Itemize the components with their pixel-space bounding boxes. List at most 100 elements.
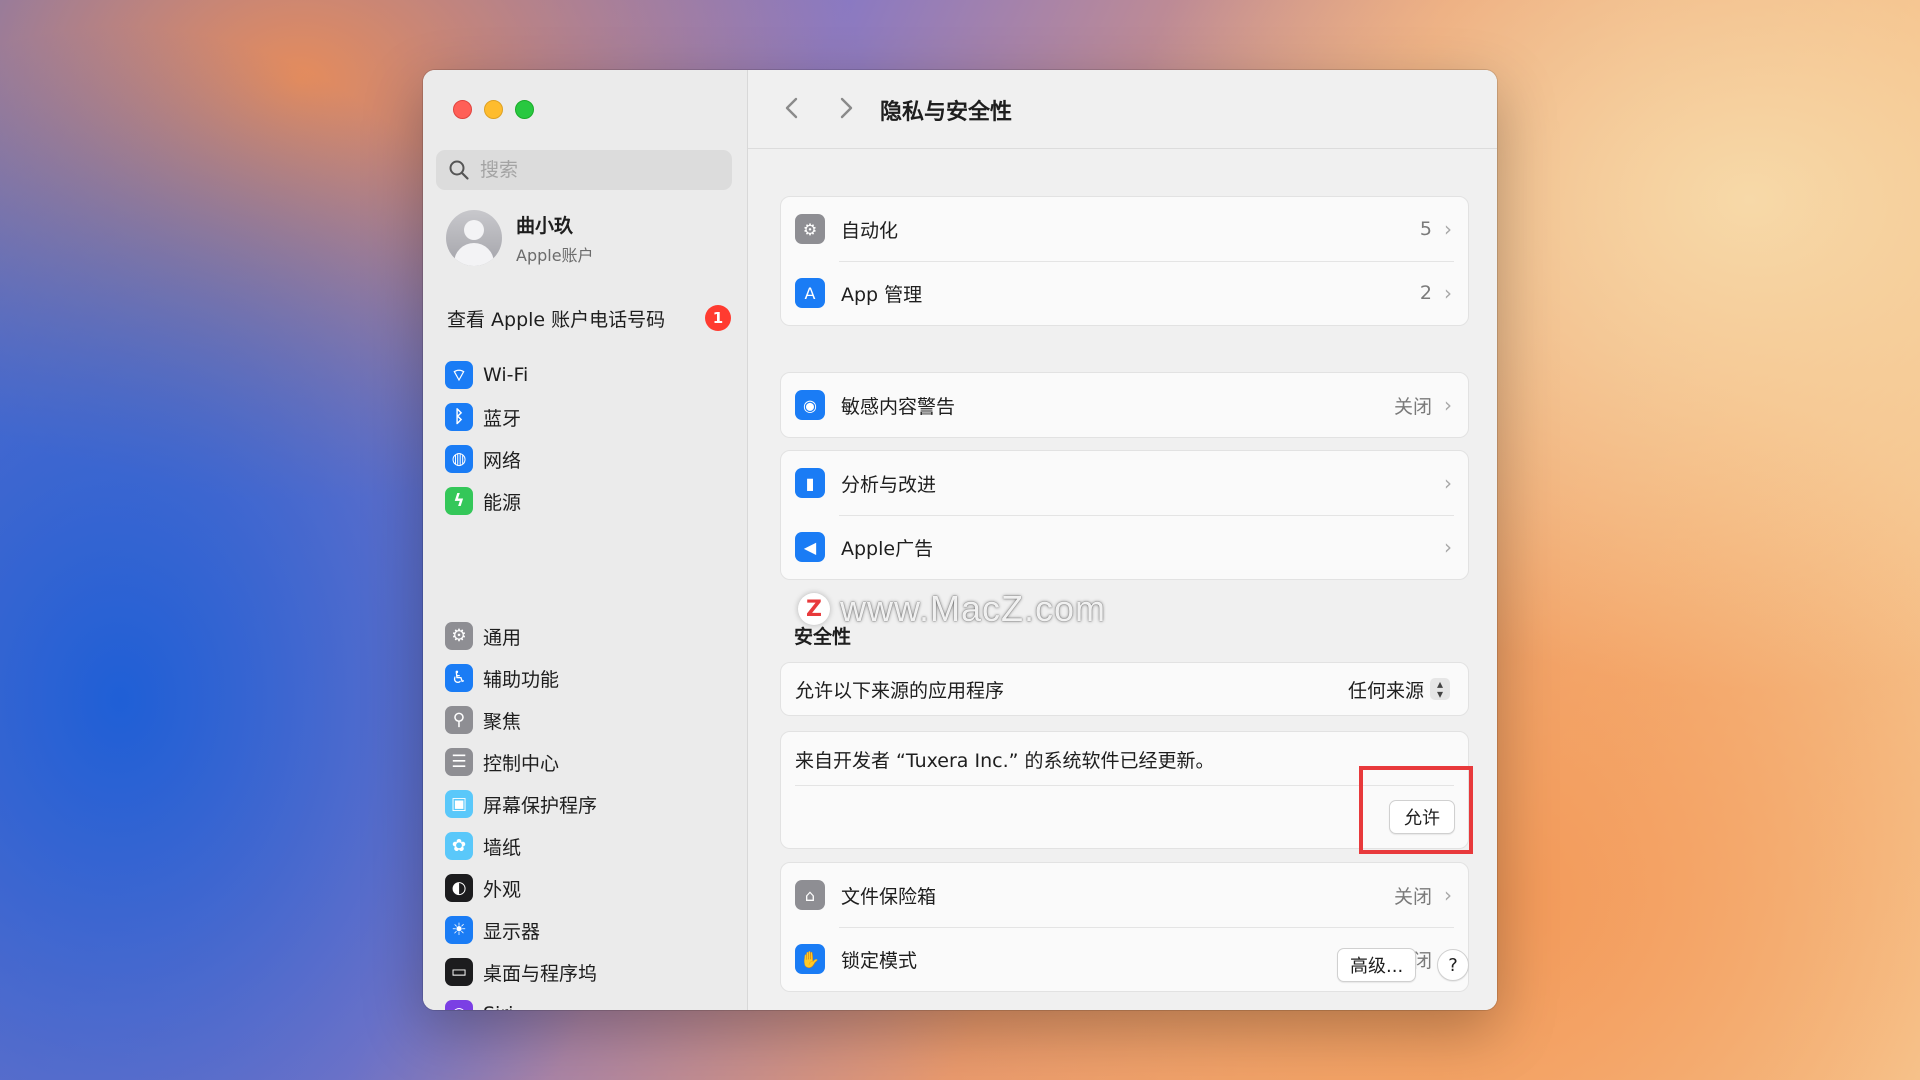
bar-chart-icon: ▮ [795,468,825,498]
gear-icon: ⚙ [445,622,473,650]
close-button[interactable] [453,100,472,119]
hand-icon: ✋ [795,944,825,974]
allow-apps-popup[interactable]: 任何来源 ▴ ▾ [1348,676,1450,703]
toolbar: 隐私与安全性 [748,70,1497,149]
accessibility-icon: ♿ [445,664,473,692]
settings-row-bar-chart[interactable]: ▮ 分析与改进 › [781,451,1468,515]
sidebar-item-label: 屏幕保护程序 [483,794,598,817]
settings-window: 曲小玖 Apple账户 查看 Apple 账户电话号码 1 ⌔ Wi-Fi ᛒ 蓝牙 ◍… [423,70,1497,1010]
sidebar-item-label: 通用 [483,626,522,649]
eye-icon: ◉ [795,390,825,420]
sidebar-item-label: 蓝牙 [483,407,522,430]
row-label: Apple广告 [841,537,934,560]
siri-icon: ◉ [445,1000,473,1010]
sidebar-item-dock[interactable]: ▭ 桌面与程序坞 [445,951,735,993]
sidebar-item-sun[interactable]: ☀ 显示器 [445,909,735,951]
sidebar-item-flower[interactable]: ✿ 墙纸 [445,825,735,867]
account-profile[interactable]: 曲小玖 Apple账户 [446,210,594,266]
megaphone-icon: ◀ [795,532,825,562]
sidebar: 曲小玖 Apple账户 查看 Apple 账户电话号码 1 ⌔ Wi-Fi ᛒ 蓝牙 ◍… [423,70,748,1010]
help-button[interactable]: ? [1437,949,1469,981]
sidebar-item-label: 显示器 [483,920,541,943]
forward-button[interactable] [830,92,862,124]
row-label: App 管理 [841,283,923,306]
allow-apps-row: 允许以下来源的应用程序 任何来源 ▴ ▾ [781,663,1468,715]
settings-row-megaphone[interactable]: ◀ Apple广告 › [781,515,1468,579]
watermark-text: www.MacZ.com [840,588,1107,629]
sidebar-item-label: Wi-Fi [483,364,529,386]
sidebar-item-screensaver[interactable]: ▣ 屏幕保护程序 [445,783,735,825]
sidebar-item-wifi[interactable]: ⌔ Wi-Fi [445,354,735,396]
highlight-box [1359,766,1473,854]
sidebar-item-bolt[interactable]: ϟ 能源 [445,480,735,522]
watermark-logo: Z [798,593,830,625]
account-name: 曲小玖 [516,214,574,237]
row-label: 锁定模式 [841,949,918,972]
analytics-group: ▮ 分析与改进 › ◀ Apple广告 › [780,450,1469,580]
avatar [446,210,502,266]
settings-row-appstore[interactable]: A App 管理 2 › [781,261,1468,325]
main-pane: 隐私与安全性 ⚙ 自动化 5 › A App 管理 2 › ◉ 敏感内容警告 关闭 › ▮ 分析与改进… [748,70,1497,1010]
search-field[interactable] [436,150,732,190]
sidebar-item-accessibility[interactable]: ♿ 辅助功能 [445,657,735,699]
flower-icon: ✿ [445,832,473,860]
row-value: 5 [1419,218,1432,240]
advanced-button[interactable]: 高级... [1337,948,1417,982]
minimize-button[interactable] [484,100,503,119]
sidebar-item-toggles[interactable]: ☰ 控制中心 [445,741,735,783]
sun-icon: ☀ [445,916,473,944]
chevron-right-icon: › [1444,471,1452,495]
zoom-button[interactable] [515,100,534,119]
row-value: 关闭 [1393,885,1432,908]
chevron-right-icon: › [1444,217,1452,241]
magnifier-icon: ⚲ [445,706,473,734]
sidebar-item-siri[interactable]: ◉ Siri [445,993,735,1010]
page-title: 隐私与安全性 [880,100,1013,125]
sidebar-item-globe[interactable]: ◍ 网络 [445,438,735,480]
watermark: Z www.MacZ.com [798,588,1106,630]
bluetooth-icon: ᛒ [445,403,473,431]
chevron-right-icon: › [1444,883,1452,907]
search-icon [449,160,469,180]
chevron-right-icon: › [1444,535,1452,559]
sidebar-item-label: Siri [483,1003,513,1010]
sidebar-item-label: 网络 [483,449,522,472]
appstore-icon: A [795,278,825,308]
notice-text: 来自开发者 “Tuxera Inc.” 的系统软件已经更新。 [795,750,1215,772]
settings-row-gears[interactable]: ⚙ 自动化 5 › [781,197,1468,261]
sidebar-item-label: 外观 [483,878,522,901]
vault-icon: ⌂ [795,880,825,910]
allow-apps-value: 任何来源 [1347,679,1424,702]
chevron-left-icon [785,97,798,119]
allow-apps-label: 允许以下来源的应用程序 [795,679,1005,702]
window-controls [453,100,534,119]
sidebar-group-connectivity: ⌔ Wi-Fi ᛒ 蓝牙 ◍ 网络 ϟ 能源 [445,354,735,522]
wifi-icon: ⌔ [445,361,473,389]
view-phone-number-item[interactable]: 查看 Apple 账户电话号码 1 [447,302,731,334]
row-value: 关闭 [1393,395,1432,418]
settings-row-eye[interactable]: ◉ 敏感内容警告 关闭 › [781,373,1468,437]
sensitive-content-group: ◉ 敏感内容警告 关闭 › [780,372,1469,438]
settings-row-vault[interactable]: ⌂ 文件保险箱 关闭 › [781,863,1468,927]
search-input[interactable] [478,158,722,182]
row-label: 敏感内容警告 [841,395,956,418]
sidebar-item-magnifier[interactable]: ⚲ 聚焦 [445,699,735,741]
sidebar-item-label: 控制中心 [483,752,560,775]
sidebar-item-appearance[interactable]: ◐ 外观 [445,867,735,909]
account-subtitle: Apple账户 [516,245,594,265]
sidebar-item-label: 聚焦 [483,710,522,733]
row-value: 2 [1419,282,1432,304]
appearance-icon: ◐ [445,874,473,902]
row-label: 自动化 [841,219,899,242]
back-button[interactable] [776,92,808,124]
toggles-icon: ☰ [445,748,473,776]
sidebar-item-label: 辅助功能 [483,668,560,691]
sidebar-item-bluetooth[interactable]: ᛒ 蓝牙 [445,396,735,438]
sidebar-item-gear[interactable]: ⚙ 通用 [445,615,735,657]
gears-icon: ⚙ [795,214,825,244]
screensaver-icon: ▣ [445,790,473,818]
phone-row-label: 查看 Apple 账户电话号码 [447,308,666,331]
chevron-right-icon: › [1444,393,1452,417]
notification-badge: 1 [705,305,731,331]
row-label: 分析与改进 [841,473,937,496]
